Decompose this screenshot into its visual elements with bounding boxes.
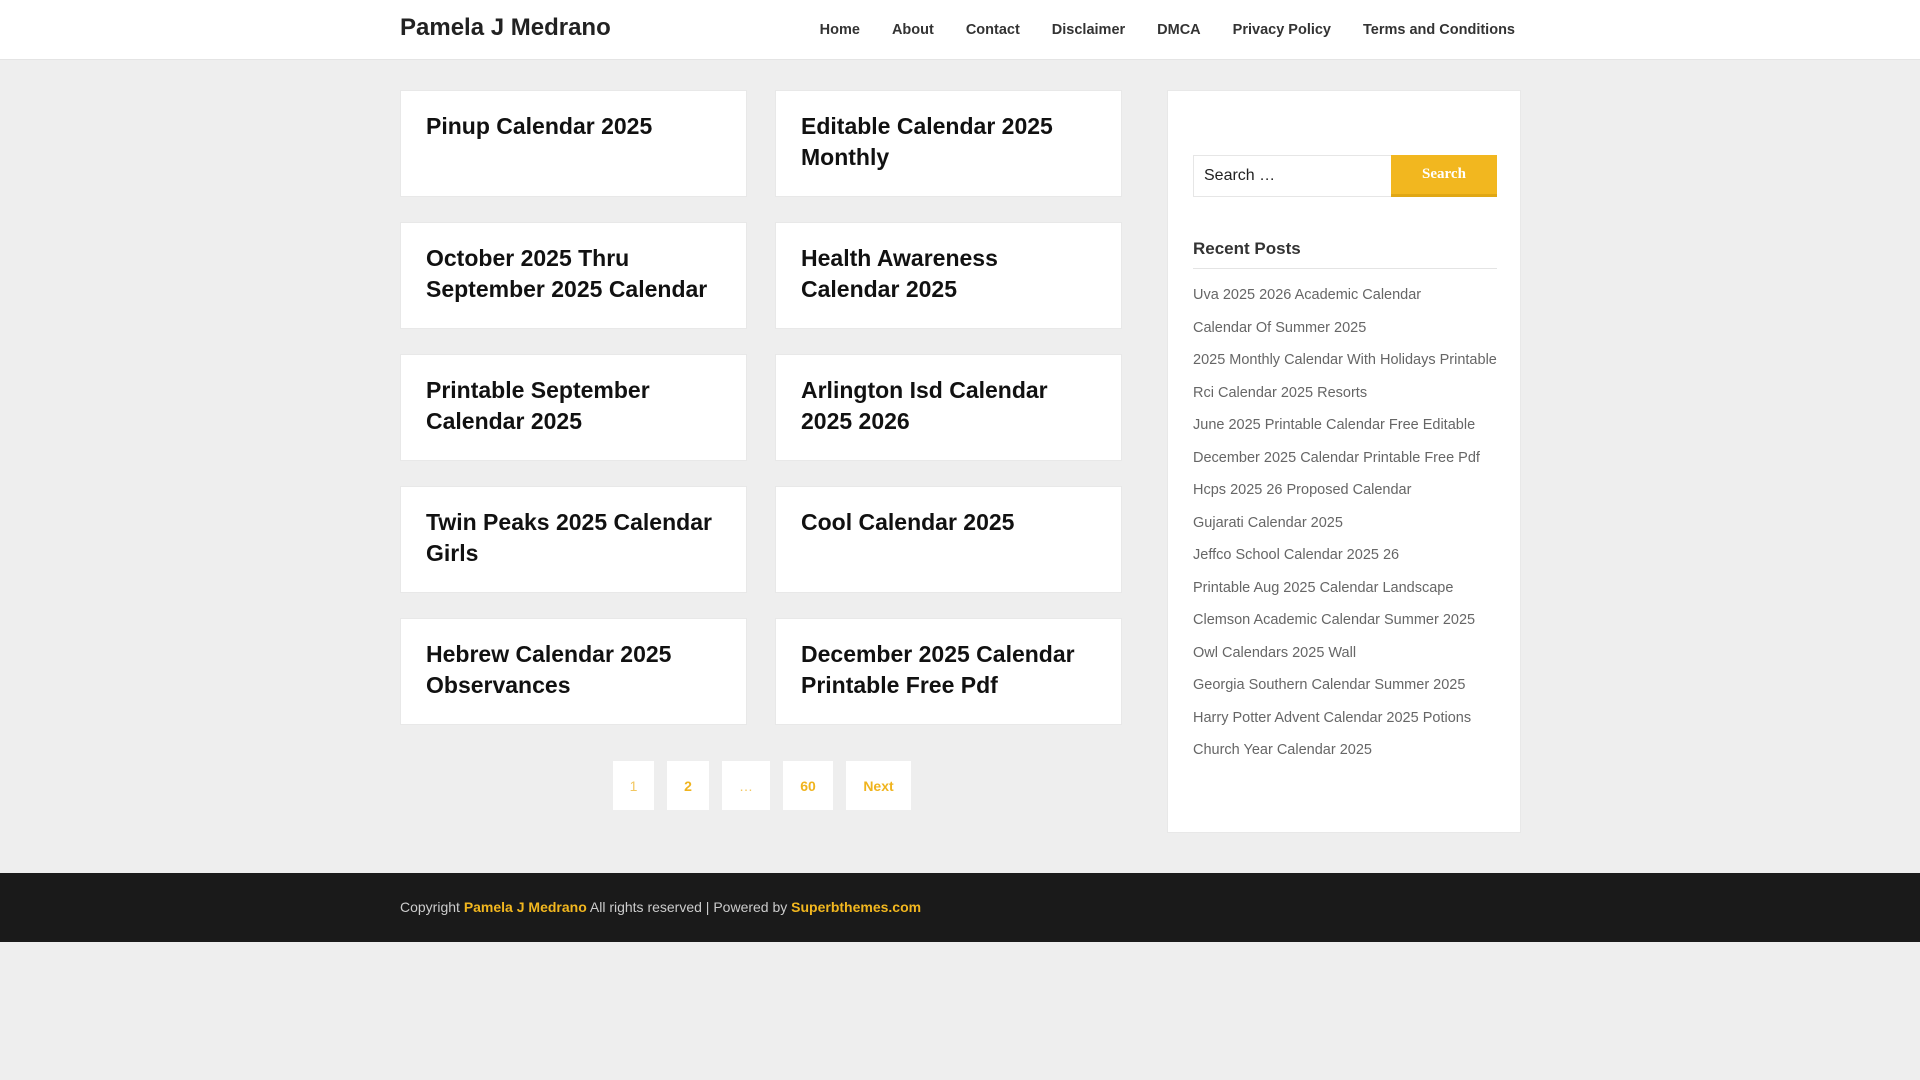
nav-dmca[interactable]: DMCA [1157, 22, 1201, 38]
list-item: Gujarati Calendar 2025 [1193, 512, 1497, 535]
post-title-link[interactable]: October 2025 Thru September 2025 Calenda… [426, 243, 726, 305]
list-item: Jeffco School Calendar 2025 26 [1193, 544, 1497, 567]
post-title-link[interactable]: Hebrew Calendar 2025 Observances [426, 639, 726, 701]
post-card: Printable September Calendar 2025 [400, 354, 747, 461]
recent-post-link[interactable]: Jeffco School Calendar 2025 26 [1193, 547, 1399, 563]
recent-post-link[interactable]: Gujarati Calendar 2025 [1193, 515, 1343, 531]
recent-post-link[interactable]: Calendar Of Summer 2025 [1193, 320, 1366, 336]
pagination-page-2[interactable]: 2 [667, 761, 709, 810]
pagination-page-60[interactable]: 60 [783, 761, 833, 810]
main-nav: Home About Contact Disclaimer DMCA Priva… [788, 0, 1515, 60]
post-card: Hebrew Calendar 2025 Observances [400, 618, 747, 725]
nav-about[interactable]: About [892, 22, 934, 38]
nav-disclaimer[interactable]: Disclaimer [1052, 22, 1125, 38]
list-item: Owl Calendars 2025 Wall [1193, 642, 1497, 665]
recent-post-link[interactable]: Printable Aug 2025 Calendar Landscape [1193, 580, 1453, 596]
list-item: Calendar Of Summer 2025 [1193, 317, 1497, 340]
footer-theme-link[interactable]: Superbthemes.com [791, 899, 921, 915]
list-item: Printable Aug 2025 Calendar Landscape [1193, 577, 1497, 600]
post-card: October 2025 Thru September 2025 Calenda… [400, 222, 747, 329]
pagination: 1 2 … 60 Next [613, 761, 911, 810]
post-title-link[interactable]: December 2025 Calendar Printable Free Pd… [801, 639, 1101, 701]
post-card: December 2025 Calendar Printable Free Pd… [775, 618, 1122, 725]
list-item: Rci Calendar 2025 Resorts [1193, 382, 1497, 405]
recent-post-link[interactable]: Georgia Southern Calendar Summer 2025 [1193, 677, 1465, 693]
recent-post-link[interactable]: Owl Calendars 2025 Wall [1193, 645, 1356, 661]
site-header: Pamela J Medrano Home About Contact Disc… [0, 0, 1920, 60]
copyright-label: Copyright [400, 899, 460, 915]
site-title-link[interactable]: Pamela J Medrano [400, 14, 611, 42]
post-card: Twin Peaks 2025 Calendar Girls [400, 486, 747, 593]
list-item: Georgia Southern Calendar Summer 2025 [1193, 674, 1497, 697]
rights-text: All rights reserved | Powered by [589, 899, 788, 915]
pagination-next[interactable]: Next [846, 761, 911, 810]
search-form: Search [1193, 155, 1497, 197]
recent-post-link[interactable]: December 2025 Calendar Printable Free Pd… [1193, 450, 1480, 466]
post-card: Editable Calendar 2025 Monthly [775, 90, 1122, 197]
list-item: December 2025 Calendar Printable Free Pd… [1193, 447, 1497, 470]
post-title-link[interactable]: Editable Calendar 2025 Monthly [801, 111, 1101, 173]
list-item: Clemson Academic Calendar Summer 2025 [1193, 609, 1497, 632]
recent-post-link[interactable]: Hcps 2025 26 Proposed Calendar [1193, 482, 1411, 498]
recent-post-link[interactable]: June 2025 Printable Calendar Free Editab… [1193, 417, 1475, 433]
sidebar: Search Recent Posts Uva 2025 2026 Academ… [1167, 90, 1521, 833]
recent-post-link[interactable]: Uva 2025 2026 Academic Calendar [1193, 287, 1421, 303]
list-item: Uva 2025 2026 Academic Calendar [1193, 284, 1497, 307]
post-title-link[interactable]: Cool Calendar 2025 [801, 507, 1101, 538]
recent-post-link[interactable]: Church Year Calendar 2025 [1193, 742, 1372, 758]
recent-post-link[interactable]: 2025 Monthly Calendar With Holidays Prin… [1193, 352, 1497, 368]
list-item: June 2025 Printable Calendar Free Editab… [1193, 414, 1497, 437]
recent-post-link[interactable]: Harry Potter Advent Calendar 2025 Potion… [1193, 710, 1471, 726]
recent-posts-heading: Recent Posts [1193, 239, 1497, 269]
post-title-link[interactable]: Health Awareness Calendar 2025 [801, 243, 1101, 305]
nav-privacy-policy[interactable]: Privacy Policy [1233, 22, 1331, 38]
list-item: Church Year Calendar 2025 [1193, 739, 1497, 762]
post-card: Pinup Calendar 2025 [400, 90, 747, 197]
footer-site-link[interactable]: Pamela J Medrano [464, 899, 587, 915]
post-title-link[interactable]: Twin Peaks 2025 Calendar Girls [426, 507, 726, 569]
post-title-link[interactable]: Printable September Calendar 2025 [426, 375, 726, 437]
recent-post-link[interactable]: Clemson Academic Calendar Summer 2025 [1193, 612, 1475, 628]
pagination-ellipsis: … [722, 761, 770, 810]
post-card: Arlington Isd Calendar 2025 2026 [775, 354, 1122, 461]
recent-posts-list: Uva 2025 2026 Academic Calendar Calendar… [1193, 284, 1497, 772]
nav-home[interactable]: Home [820, 22, 860, 38]
list-item: 2025 Monthly Calendar With Holidays Prin… [1193, 349, 1497, 372]
list-item: Hcps 2025 26 Proposed Calendar [1193, 479, 1497, 502]
list-item: Harry Potter Advent Calendar 2025 Potion… [1193, 707, 1497, 730]
pagination-current-page: 1 [613, 761, 654, 810]
footer-copyright: Copyright Pamela J Medrano All rights re… [400, 899, 921, 915]
post-title-link[interactable]: Pinup Calendar 2025 [426, 111, 726, 142]
search-button[interactable]: Search [1391, 155, 1497, 197]
post-card: Health Awareness Calendar 2025 [775, 222, 1122, 329]
recent-post-link[interactable]: Rci Calendar 2025 Resorts [1193, 385, 1367, 401]
site-footer: Copyright Pamela J Medrano All rights re… [0, 873, 1920, 942]
post-card: Cool Calendar 2025 [775, 486, 1122, 593]
post-title-link[interactable]: Arlington Isd Calendar 2025 2026 [801, 375, 1101, 437]
search-input[interactable] [1193, 155, 1391, 197]
nav-contact[interactable]: Contact [966, 22, 1020, 38]
nav-terms-and-conditions[interactable]: Terms and Conditions [1363, 22, 1515, 38]
